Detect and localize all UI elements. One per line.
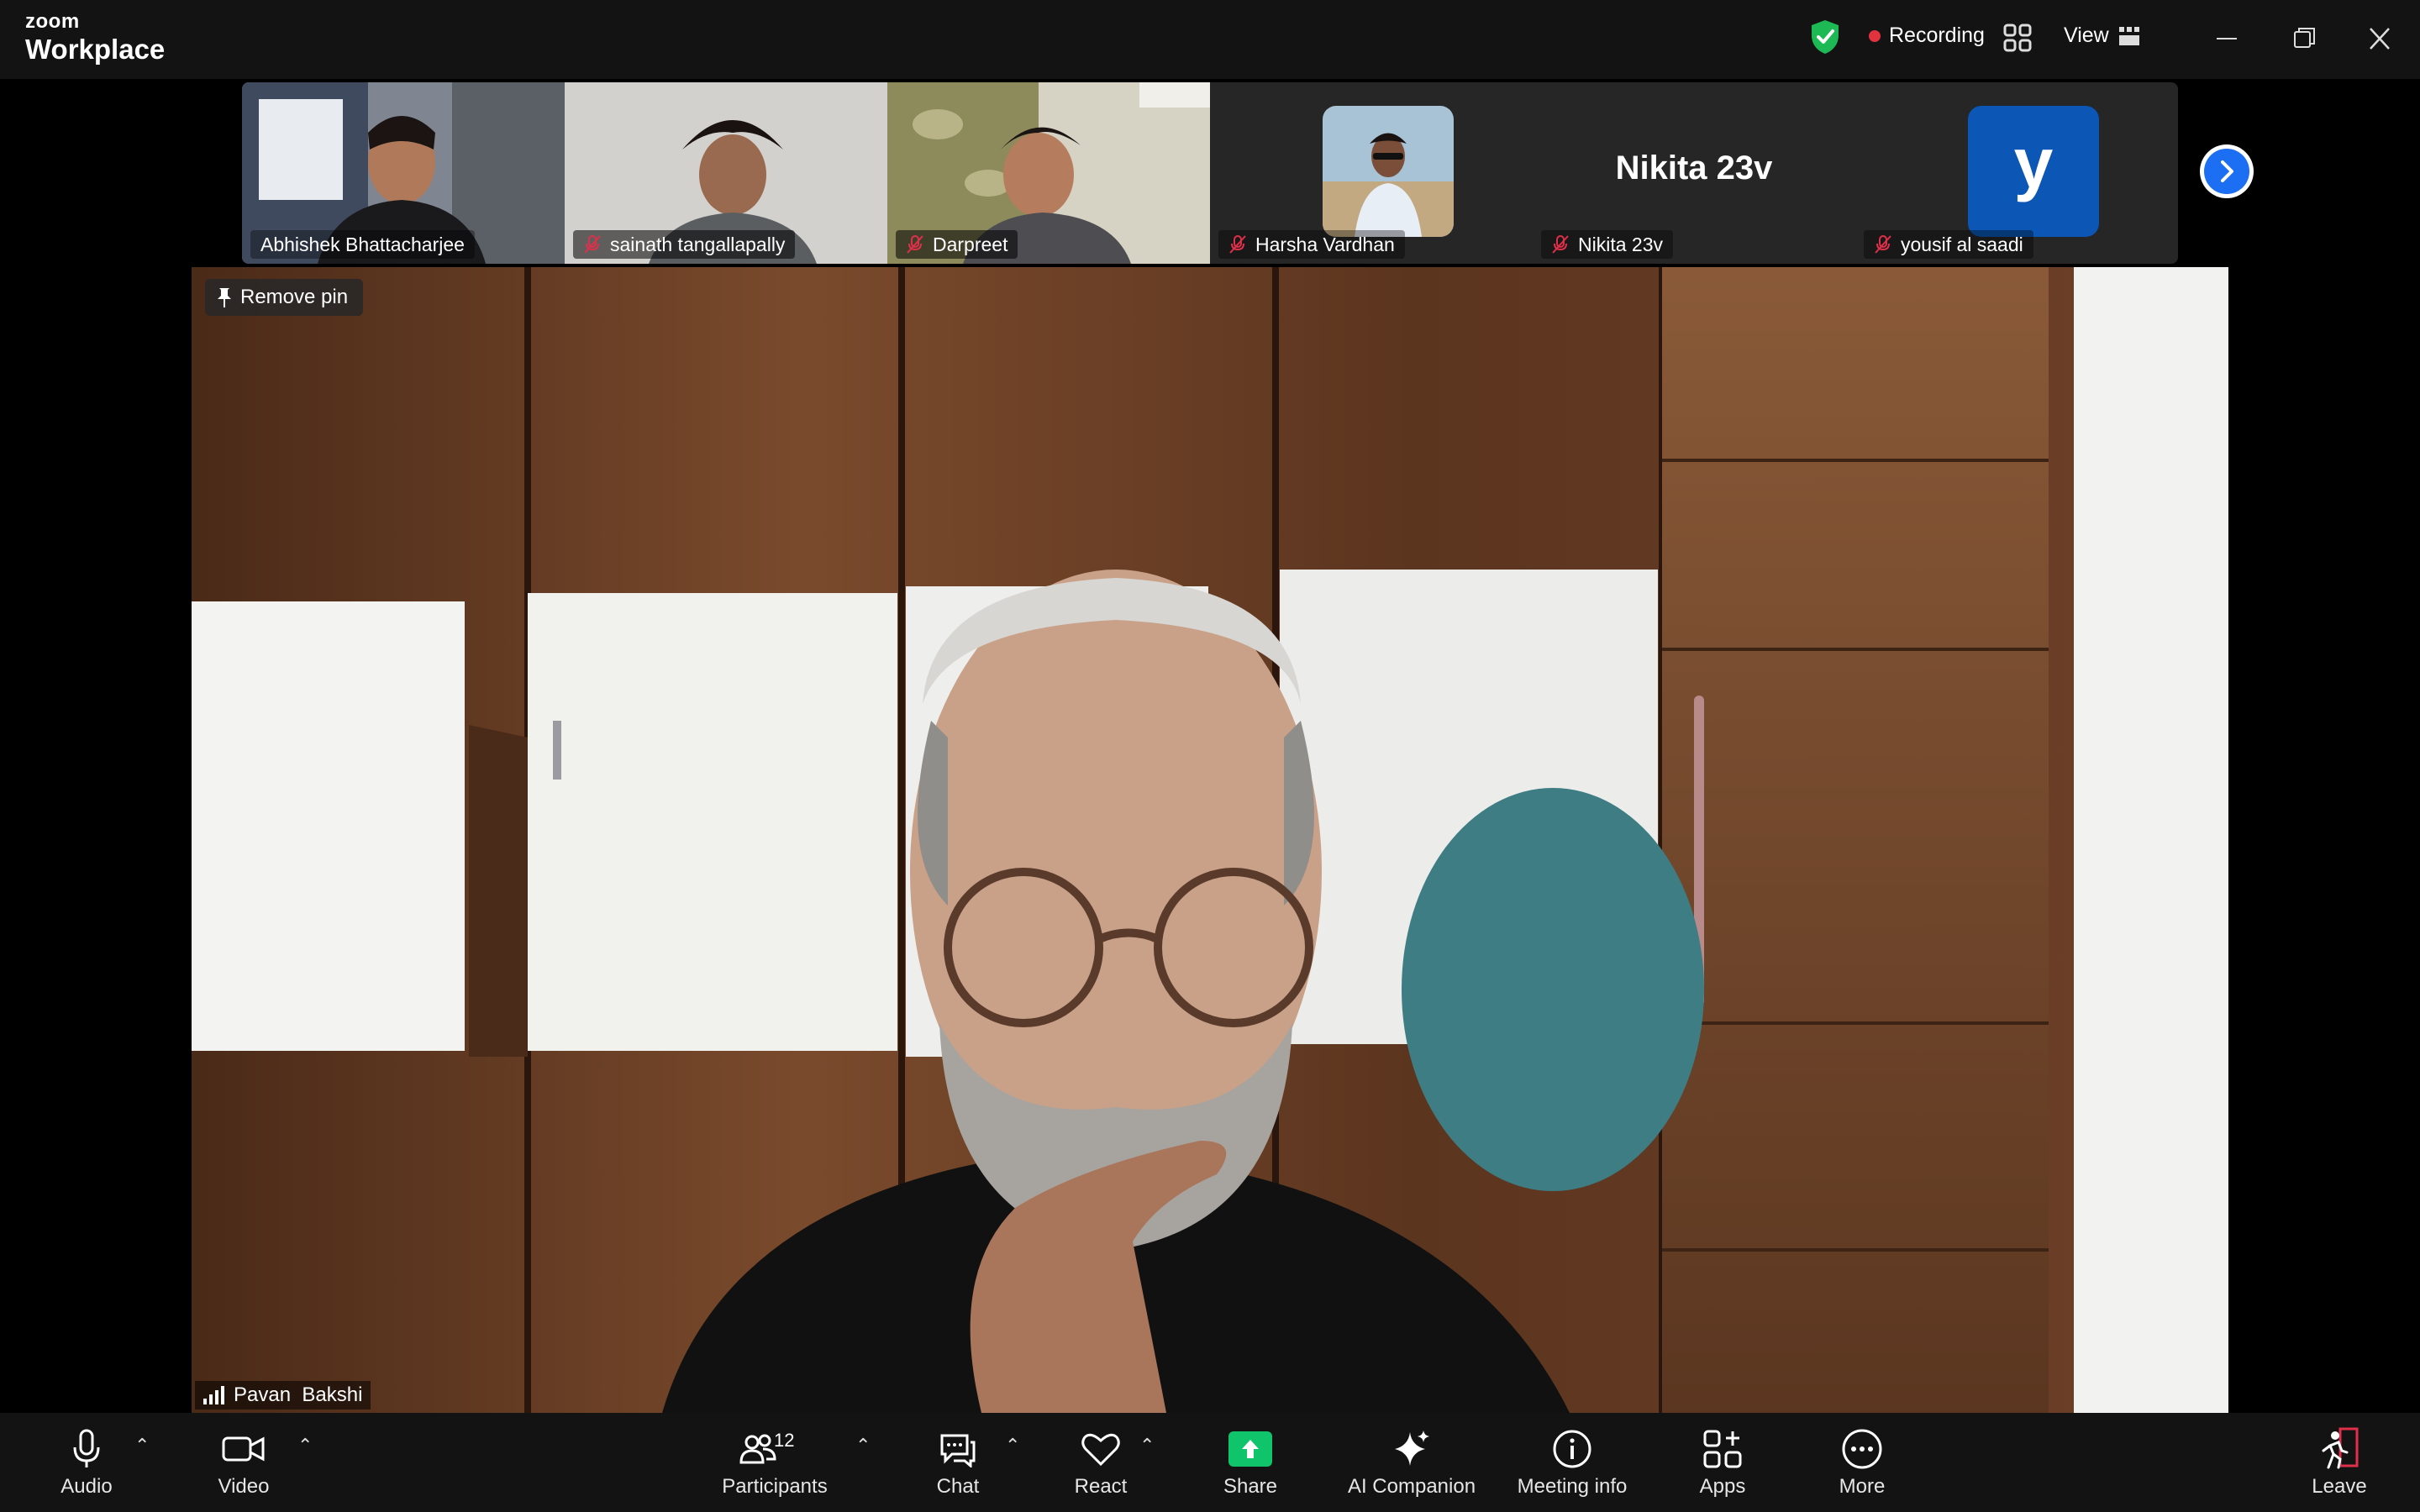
meeting-info-label: Meeting info: [1517, 1475, 1628, 1498]
video-camera-icon: [222, 1436, 265, 1462]
remove-pin-label: Remove pin: [240, 286, 349, 308]
meeting-info-button[interactable]: Meeting info: [1509, 1413, 1635, 1512]
pin-icon: [218, 288, 231, 307]
participants-count: 12: [774, 1430, 795, 1451]
ai-companion-button[interactable]: AI Companion: [1344, 1413, 1479, 1512]
participant-tile[interactable]: sainath tangallapally: [565, 82, 887, 264]
restore-icon[interactable]: [2292, 22, 2316, 55]
heart-icon: [1081, 1433, 1120, 1467]
participant-name: Nikita 23v: [1541, 230, 1673, 259]
participant-name: yousif al saadi: [1864, 230, 2033, 259]
participant-avatar: y: [1968, 106, 2099, 237]
muted-mic-icon: [1875, 235, 1891, 254]
video-label: Video: [218, 1475, 270, 1498]
video-button[interactable]: Video: [210, 1413, 277, 1512]
brand-big: Workplace: [25, 34, 166, 65]
ai-companion-label: AI Companion: [1347, 1475, 1476, 1498]
muted-mic-icon: [907, 235, 923, 254]
view-button[interactable]: View: [2064, 24, 2139, 48]
apps-icon: [1703, 1430, 1742, 1468]
leave-label: Leave: [2312, 1475, 2367, 1498]
brand-small: zoom: [25, 10, 80, 33]
minimize-icon[interactable]: [2215, 22, 2238, 55]
participant-name: Abhishek Bhattacharjee: [250, 230, 475, 259]
speaker-video: [192, 267, 2228, 1413]
title-bar: zoom Workplace Recording View: [0, 0, 2420, 79]
next-page-button[interactable]: [2200, 144, 2254, 198]
security-shield-icon[interactable]: [1808, 18, 1842, 55]
speaker-name-tag: Pavan Bakshi: [195, 1381, 371, 1410]
participant-avatar: [1323, 106, 1454, 237]
participant-display-name: Nikita 23v: [1615, 150, 1773, 186]
audio-button[interactable]: Audio: [49, 1413, 124, 1512]
participant-tile[interactable]: Abhishek Bhattacharjee: [242, 82, 565, 264]
muted-mic-icon: [1552, 235, 1569, 254]
remove-pin-button[interactable]: Remove pin: [205, 279, 364, 316]
participant-tile[interactable]: Nikita 23v Nikita 23v: [1533, 82, 1855, 264]
share-screen-icon: [1228, 1431, 1272, 1467]
participant-tile[interactable]: Darpreet: [887, 82, 1210, 264]
more-button[interactable]: More: [1828, 1413, 1896, 1512]
recording-dot-icon: [1869, 29, 1881, 42]
audio-options-caret-icon[interactable]: ⌃: [134, 1435, 150, 1457]
react-label: React: [1074, 1475, 1128, 1498]
muted-mic-icon: [584, 235, 601, 254]
more-icon: [1842, 1429, 1882, 1469]
participants-label: Participants: [722, 1475, 828, 1498]
pinned-video[interactable]: Remove pin Pavan Bakshi: [192, 267, 2228, 1413]
view-label: View: [2064, 24, 2109, 47]
signal-strength-icon: [203, 1386, 224, 1404]
apps-label: Apps: [1699, 1475, 1746, 1498]
participant-name: sainath tangallapally: [573, 230, 796, 259]
participant-tile[interactable]: Harsha Vardhan: [1210, 82, 1533, 264]
muted-mic-icon: [1229, 235, 1246, 254]
info-icon: [1553, 1430, 1591, 1468]
chat-label: Chat: [936, 1475, 980, 1498]
participants-button[interactable]: 12 Participants: [716, 1413, 834, 1512]
react-button[interactable]: React: [1067, 1413, 1134, 1512]
audio-label: Audio: [60, 1475, 113, 1498]
participant-name: Darpreet: [896, 230, 1018, 259]
participants-icon: [739, 1434, 776, 1464]
zoom-logo: zoom Workplace: [25, 10, 166, 65]
recording-label: Recording: [1889, 24, 1985, 47]
speaker-name: Pavan Bakshi: [234, 1383, 363, 1406]
more-label: More: [1839, 1475, 1886, 1498]
chevron-right-icon: [2221, 160, 2233, 182]
participant-name: Harsha Vardhan: [1218, 230, 1405, 259]
ai-sparkle-icon: [1395, 1431, 1429, 1466]
share-button[interactable]: Share: [1217, 1413, 1284, 1512]
video-options-caret-icon[interactable]: ⌃: [297, 1435, 313, 1457]
share-label: Share: [1223, 1475, 1278, 1498]
participants-options-caret-icon[interactable]: ⌃: [855, 1435, 871, 1457]
participant-strip: Abhishek Bhattacharjee sainath tangallap…: [242, 82, 2178, 264]
meeting-toolbar: Audio ⌃ Video ⌃ 12 Participants ⌃ Chat ⌃…: [0, 1413, 2420, 1512]
close-icon[interactable]: [2368, 22, 2391, 55]
gallery-grid-icon[interactable]: [2003, 24, 2032, 52]
chat-button[interactable]: Chat: [924, 1413, 992, 1512]
apps-button[interactable]: Apps: [1689, 1413, 1756, 1512]
recording-indicator[interactable]: Recording: [1869, 24, 1985, 48]
chat-options-caret-icon[interactable]: ⌃: [1005, 1435, 1020, 1457]
chat-icon: [940, 1434, 976, 1467]
react-options-caret-icon[interactable]: ⌃: [1139, 1435, 1155, 1457]
participant-tile[interactable]: y yousif al saadi: [1855, 82, 2178, 264]
leave-button[interactable]: Leave: [2306, 1413, 2373, 1512]
leave-icon: [2322, 1427, 2359, 1469]
microphone-icon: [73, 1429, 100, 1467]
avatar-letter: y: [2013, 123, 2054, 202]
view-layout-icon: [2118, 26, 2139, 45]
